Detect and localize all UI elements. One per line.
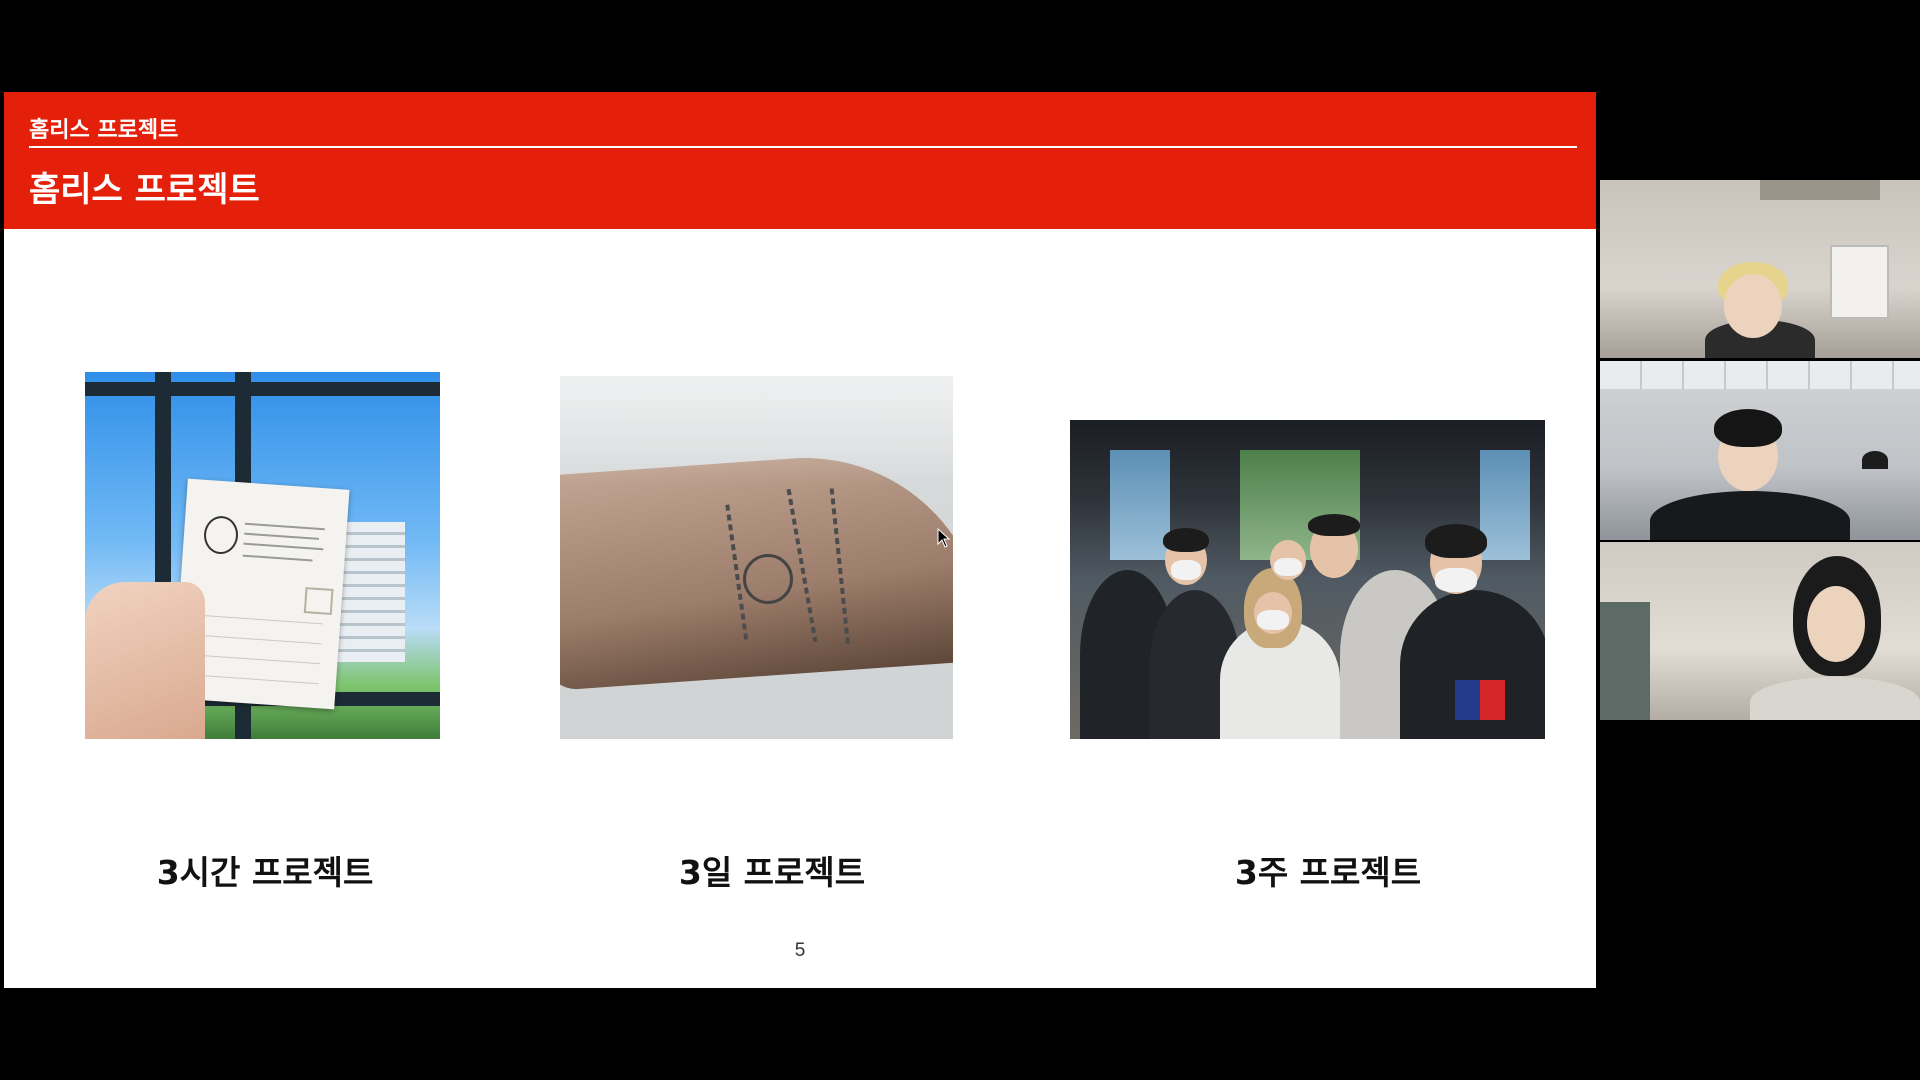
header-divider xyxy=(29,146,1577,148)
participant-hair xyxy=(1714,409,1782,447)
participant-body xyxy=(1650,491,1850,540)
project-caption-3-hours: 3시간 프로젝트 xyxy=(156,853,374,892)
participant-body xyxy=(1750,677,1920,720)
participant-video-2[interactable] xyxy=(1600,361,1920,540)
postcard-illustration xyxy=(202,514,240,556)
page-number: 5 xyxy=(794,940,806,961)
group-photo xyxy=(1070,420,1545,739)
shared-slide: 홈리스 프로젝트 홈리스 프로젝트 3시간 프로젝트 3일 프로젝트 3주 프로… xyxy=(4,92,1596,988)
window-frame xyxy=(85,382,440,396)
face-mask xyxy=(1171,560,1201,580)
address-line xyxy=(191,634,322,645)
lamp-icon xyxy=(1862,451,1888,469)
window xyxy=(1600,602,1650,720)
shirt-logo xyxy=(1455,680,1505,720)
address-line xyxy=(189,674,319,685)
postcard-text xyxy=(244,522,325,531)
meeting-screen: 홈리스 프로젝트 홈리스 프로젝트 3시간 프로젝트 3일 프로젝트 3주 프로… xyxy=(0,0,1920,1080)
mouse-cursor-icon xyxy=(937,528,951,548)
ceiling-panels xyxy=(1600,361,1920,389)
slide-header: 홈리스 프로젝트 홈리스 프로젝트 xyxy=(4,92,1596,229)
participant-face xyxy=(1724,274,1782,338)
address-line xyxy=(190,654,321,665)
face-mask xyxy=(1435,568,1477,592)
participant-video-3[interactable] xyxy=(1600,542,1920,720)
postcard-photo xyxy=(85,372,440,739)
bracelet-photo xyxy=(560,376,953,739)
address-line xyxy=(193,614,324,625)
project-caption-3-days: 3일 프로젝트 xyxy=(678,853,866,892)
postcard-text xyxy=(242,554,313,562)
postcard-stamp xyxy=(303,587,334,615)
project-caption-3-weeks: 3주 프로젝트 xyxy=(1234,853,1422,892)
background-window xyxy=(1110,450,1170,560)
person-hair xyxy=(1308,514,1360,536)
ceiling-light xyxy=(1760,180,1880,200)
face-mask xyxy=(1274,558,1302,576)
postcard-text xyxy=(244,532,320,540)
participant-face xyxy=(1807,586,1865,662)
mirror xyxy=(1830,245,1889,319)
hand xyxy=(85,582,205,739)
person-hair xyxy=(1425,524,1487,558)
background-window xyxy=(1480,450,1530,560)
face-mask xyxy=(1257,610,1289,630)
person-hair xyxy=(1163,528,1209,552)
slide-title: 홈리스 프로젝트 xyxy=(29,170,260,210)
participant-video-1[interactable] xyxy=(1600,180,1920,358)
slide-section-label: 홈리스 프로젝트 xyxy=(29,118,179,143)
postcard-text xyxy=(243,542,324,551)
sky-glare xyxy=(560,376,953,739)
